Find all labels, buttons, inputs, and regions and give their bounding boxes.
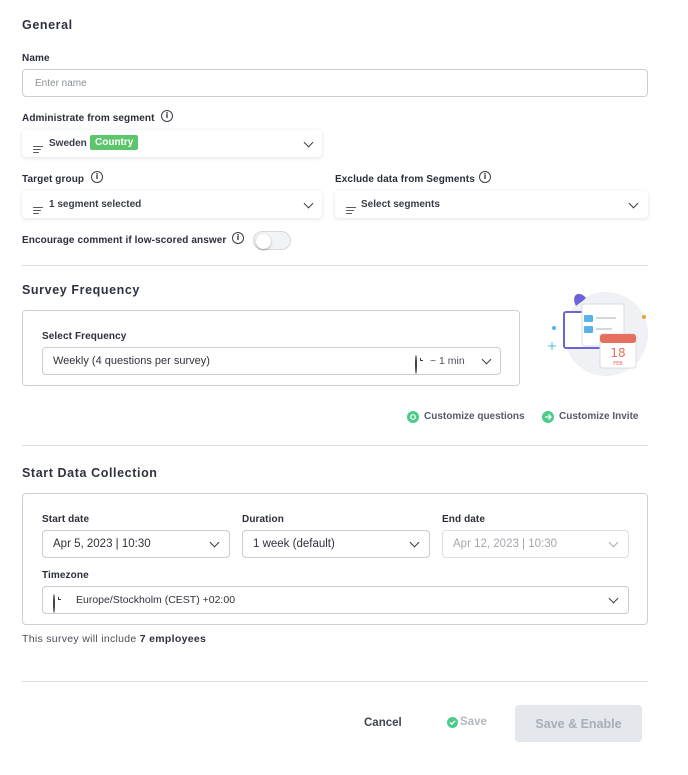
- end-date-label: End date: [442, 514, 486, 525]
- arrow-right-icon: [542, 411, 554, 423]
- survey-summary-prefix: This survey will include: [22, 633, 140, 645]
- timezone-select[interactable]: Europe/Stockholm (CEST) +02:00: [42, 586, 629, 614]
- end-date-value: Apr 12, 2023 | 10:30: [453, 538, 558, 550]
- lines-icon: [33, 146, 43, 154]
- customize-questions-label: Customize questions: [424, 411, 525, 422]
- exclude-segments-value: Select segments: [361, 199, 440, 210]
- collection-card: Start date Apr 5, 2023 | 10:30 Duration …: [22, 493, 648, 625]
- illustration-month: FEB: [613, 361, 623, 367]
- chevron-down-icon: [608, 537, 619, 548]
- encourage-comment-label: Encourage comment if low-scored answer: [22, 235, 227, 246]
- divider: [22, 265, 648, 266]
- save-button-label: Save: [460, 716, 487, 728]
- duration-select[interactable]: 1 week (default): [242, 530, 430, 558]
- employee-count: 7 employees: [139, 633, 207, 645]
- segment-value: Sweden: [49, 138, 87, 149]
- start-date-value: Apr 5, 2023 | 10:30: [53, 538, 151, 550]
- chevron-down-icon: [409, 537, 420, 548]
- divider: [22, 445, 648, 446]
- cancel-button[interactable]: Cancel: [364, 717, 402, 729]
- calendar-illustration: 18 FEB: [548, 284, 648, 379]
- check-circle-icon: [447, 717, 458, 728]
- timezone-label: Timezone: [42, 570, 89, 581]
- frequency-card: Select Frequency Weekly (4 questions per…: [22, 310, 520, 386]
- collection-section-title: Start Data Collection: [22, 466, 158, 480]
- exclude-segments-label: Exclude data from Segments: [335, 174, 475, 185]
- clock-icon: [53, 594, 55, 613]
- duration-value: 1 week (default): [253, 538, 335, 550]
- toggle-knob: [256, 233, 271, 249]
- survey-summary: This survey will include 7 employees: [22, 633, 206, 645]
- frequency-value: Weekly (4 questions per survey): [53, 355, 210, 367]
- target-group-value: 1 segment selected: [49, 199, 142, 210]
- customize-invite-label: Customize Invite: [559, 411, 639, 422]
- exclude-segments-info-icon[interactable]: i: [479, 171, 491, 183]
- clock-icon: [415, 355, 417, 374]
- duration-hint: ~ 1 min: [430, 355, 465, 367]
- chevron-down-icon: [608, 593, 619, 604]
- select-frequency-label: Select Frequency: [42, 331, 127, 342]
- chevron-down-icon: [303, 198, 314, 209]
- duration-label: Duration: [242, 514, 284, 525]
- name-input-placeholder: Enter name: [35, 78, 87, 89]
- settings-icon: [407, 411, 419, 423]
- lines-icon: [346, 207, 356, 215]
- encourage-comment-info-icon[interactable]: i: [232, 232, 244, 244]
- illustration-day: 18: [610, 346, 625, 360]
- target-group-label: Target group: [22, 174, 85, 185]
- chevron-down-icon: [628, 198, 639, 209]
- name-input[interactable]: Enter name: [22, 69, 648, 97]
- divider: [22, 681, 648, 682]
- segment-label: Administrate from segment: [22, 113, 155, 124]
- chevron-down-icon: [303, 137, 314, 148]
- segment-type-badge: Country: [90, 135, 139, 150]
- start-date-picker[interactable]: Apr 5, 2023 | 10:30: [42, 530, 230, 558]
- general-section-title: General: [22, 18, 73, 32]
- target-group-info-icon[interactable]: i: [91, 171, 103, 183]
- save-enable-button[interactable]: Save & Enable: [515, 705, 642, 742]
- frequency-section-title: Survey Frequency: [22, 283, 140, 297]
- segment-select[interactable]: Sweden Country: [22, 130, 322, 157]
- start-date-label: Start date: [42, 514, 90, 525]
- chevron-down-icon: [209, 537, 220, 548]
- exclude-segments-select[interactable]: Select segments: [335, 191, 648, 218]
- target-group-select[interactable]: 1 segment selected: [22, 191, 322, 218]
- lines-icon: [33, 207, 43, 215]
- chevron-down-icon: [481, 354, 492, 365]
- end-date-picker: Apr 12, 2023 | 10:30: [442, 530, 629, 558]
- segment-info-icon[interactable]: i: [161, 110, 173, 122]
- name-label: Name: [22, 53, 50, 64]
- frequency-select[interactable]: Weekly (4 questions per survey) ~ 1 min: [42, 347, 501, 375]
- encourage-comment-toggle[interactable]: [253, 231, 291, 250]
- timezone-value: Europe/Stockholm (CEST) +02:00: [76, 594, 236, 606]
